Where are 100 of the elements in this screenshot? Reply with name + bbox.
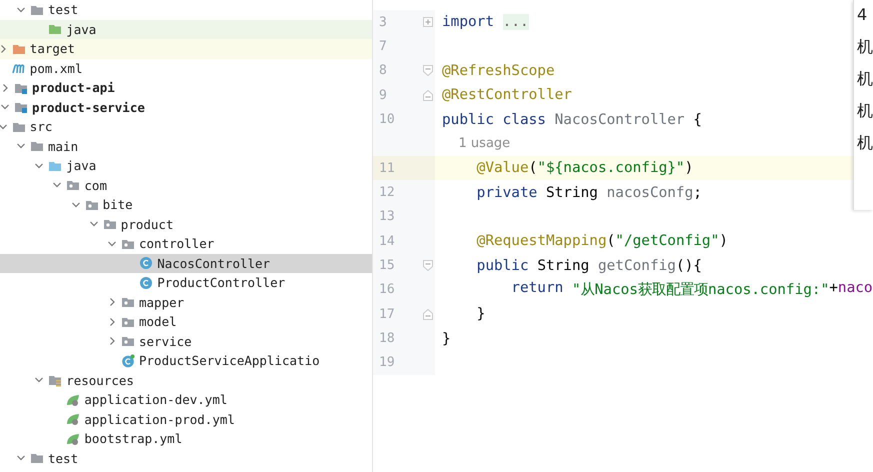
chevron-right-icon[interactable]	[0, 82, 10, 93]
tree-item-label: application-prod.yml	[84, 412, 235, 427]
tree-item[interactable]: resources	[0, 370, 372, 390]
tree-item-label: model	[139, 314, 177, 330]
tree-item-label: resources	[66, 372, 134, 388]
tree-item[interactable]: service	[0, 332, 372, 351]
tree-item-label: product	[120, 216, 174, 232]
code-line: import ...	[441, 14, 529, 30]
tree-item-label: service	[139, 334, 192, 349]
tree-item[interactable]: bootstrap.yml	[0, 429, 372, 448]
tree-item[interactable]: controller	[0, 234, 372, 254]
tree-item[interactable]: java	[0, 156, 372, 176]
fold-up-icon[interactable]	[423, 308, 433, 320]
line-number: 13	[379, 209, 395, 224]
fold-down-icon[interactable]	[423, 65, 433, 76]
tree-item-label: test	[48, 2, 78, 18]
leaf-file-icon	[66, 412, 80, 426]
fold-down-icon[interactable]	[423, 260, 433, 272]
folder-icon	[30, 451, 44, 466]
tree-item[interactable]: pom.xml	[0, 58, 372, 78]
code-line: @RefreshScope	[441, 62, 555, 79]
tree-item-label: mapper	[139, 294, 184, 310]
tree-item-label: ProductServiceApplicatio	[139, 353, 320, 368]
chevron-right-icon[interactable]	[107, 336, 117, 346]
tree-item[interactable]: main	[0, 136, 372, 156]
letter-m-icon	[12, 61, 26, 76]
class-icon	[139, 256, 154, 270]
tree-item[interactable]: model	[0, 312, 372, 332]
line-number: 19	[379, 355, 395, 370]
usage-hint: 1 usage	[458, 136, 510, 152]
tree-item-label: src	[30, 119, 52, 134]
tree-item[interactable]: target	[0, 39, 372, 58]
tree-item[interactable]: product-api	[0, 78, 372, 98]
package-folder-icon	[66, 178, 80, 192]
chevron-right-icon[interactable]	[0, 44, 8, 54]
code-line: }	[476, 306, 486, 322]
chevron-right-icon[interactable]	[107, 297, 117, 308]
tree-item[interactable]: test	[0, 448, 372, 468]
tree-item-label: pom.xml	[30, 60, 82, 76]
tree-item-label: com	[84, 178, 107, 193]
tree-item-label: ProductController	[157, 275, 286, 290]
tree-item-label: bite	[102, 197, 133, 212]
tree-item[interactable]: bite	[0, 195, 372, 214]
chevron-down-icon[interactable]	[0, 122, 8, 132]
resources-folder-icon	[48, 373, 62, 388]
tree-item[interactable]: product	[0, 214, 372, 234]
popup-text: 机	[856, 132, 873, 154]
tree-item[interactable]: test	[0, 0, 372, 20]
code-line: @RequestMapping("/getConfig")	[476, 233, 728, 250]
code-line: private String nacosConfg;	[476, 184, 702, 201]
line-number: 14	[379, 234, 395, 249]
tree-item[interactable]: product-service	[0, 98, 372, 117]
chevron-down-icon[interactable]	[70, 200, 81, 210]
tree-item-label: target	[30, 41, 75, 56]
tree-item-label: java	[66, 22, 96, 37]
code-line: @RestController	[441, 87, 572, 104]
popup-text: 机	[856, 68, 873, 90]
line-number: 16	[379, 282, 395, 298]
tree-item-label: NacosController	[157, 256, 270, 271]
tree-item-label: product-service	[32, 100, 145, 115]
line-number: 10	[379, 112, 395, 128]
line-number: 17	[379, 306, 395, 322]
tree-item[interactable]: application-prod.yml	[0, 410, 372, 429]
line-number: 12	[379, 185, 395, 200]
folder-icon	[48, 22, 62, 36]
tree-item-label: java	[66, 158, 96, 174]
chevron-down-icon[interactable]	[34, 160, 44, 171]
fold-up-icon[interactable]	[423, 90, 433, 101]
chevron-down-icon[interactable]	[16, 4, 26, 15]
tree-item[interactable]: com	[0, 176, 372, 195]
package-folder-icon	[102, 217, 117, 232]
tree-item[interactable]: java	[0, 20, 372, 39]
tree-item[interactable]: application-dev.yml	[0, 390, 372, 410]
line-number: 18	[379, 331, 395, 346]
fold-plus-icon[interactable]	[423, 17, 433, 28]
package-folder-icon	[121, 295, 135, 310]
code-line: }	[441, 330, 451, 347]
tree-item[interactable]: ProductServiceApplicatio	[0, 351, 372, 370]
tree-item[interactable]: NacosController	[0, 254, 372, 273]
tree-item[interactable]: src	[0, 117, 372, 136]
tree-item-label: application-dev.yml	[84, 392, 228, 408]
chevron-down-icon[interactable]	[107, 238, 117, 249]
tree-item-label: controller	[139, 236, 214, 252]
tree-item[interactable]: ProductController	[0, 273, 372, 292]
tree-item[interactable]: mapper	[0, 292, 372, 312]
line-number: 3	[379, 14, 387, 30]
popup-text: 4	[856, 4, 868, 26]
module-folder-icon	[14, 100, 28, 114]
line-number: 9	[379, 88, 387, 103]
tree-item-label: product-api	[32, 80, 115, 96]
popup-text: 机	[856, 100, 873, 122]
line-number: 15	[379, 258, 395, 274]
folder-icon	[30, 139, 44, 154]
code-line: public class NacosController {	[441, 112, 702, 128]
package-folder-icon	[121, 334, 135, 348]
leaf-file-icon	[66, 432, 80, 446]
chevron-right-icon[interactable]	[107, 316, 117, 327]
popup-text: 机	[856, 36, 873, 58]
line-number: 8	[379, 63, 387, 78]
leaf-file-icon	[66, 392, 80, 407]
